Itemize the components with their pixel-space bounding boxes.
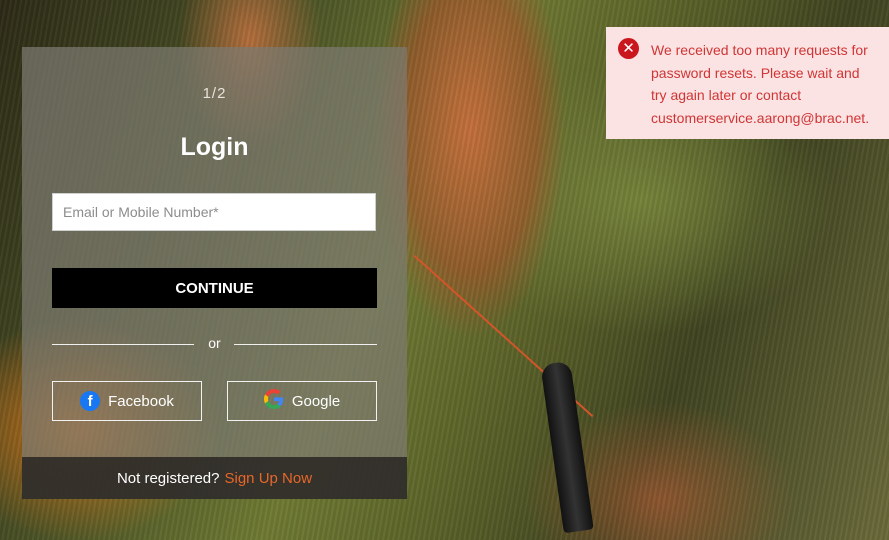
continue-button[interactable]: CONTINUE (52, 268, 377, 308)
email-field[interactable] (52, 193, 376, 231)
facebook-icon: f (80, 391, 101, 411)
divider-line-right (234, 344, 377, 345)
login-card: 1/2 Login CONTINUE or f Facebook Google … (22, 47, 407, 499)
google-login-button[interactable]: Google (227, 381, 377, 421)
step-indicator: 1/2 (202, 85, 227, 102)
not-registered-text: Not registered? (116, 469, 220, 487)
google-icon (263, 389, 284, 413)
error-toast: ✕ We received too many requests for pass… (606, 27, 889, 139)
google-label: Google (291, 392, 341, 410)
divider-text: or (208, 335, 221, 351)
signup-link[interactable]: Sign Up Now (225, 470, 313, 487)
facebook-label: Facebook (108, 392, 174, 410)
error-message: We received too many requests for passwo… (651, 42, 870, 126)
or-divider: or (52, 335, 377, 355)
page-title: Login (180, 133, 249, 161)
signup-footer: Not registered? Sign Up Now (22, 457, 407, 499)
error-x-icon: ✕ (618, 38, 639, 59)
facebook-login-button[interactable]: f Facebook (52, 381, 202, 421)
